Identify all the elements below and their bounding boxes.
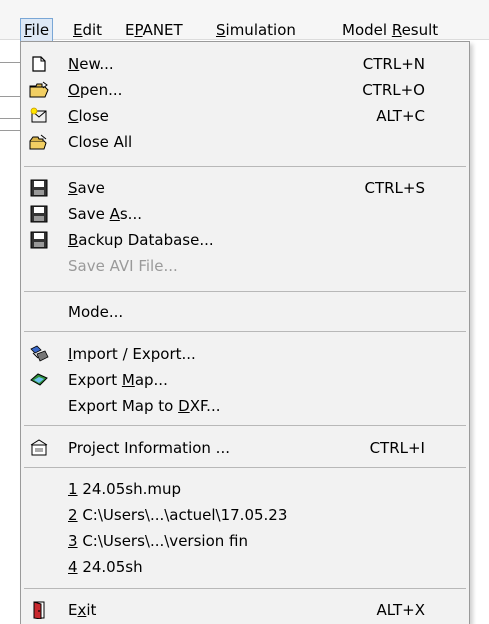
close-icon — [29, 107, 49, 125]
menu-item-save-as[interactable]: Save As... — [21, 201, 469, 227]
backup-database-icon — [29, 231, 49, 249]
shortcut-label: ALT+C — [376, 107, 425, 125]
recent-file-2[interactable]: 2 C:\Users\...\actuel\17.05.23 — [21, 502, 469, 528]
menu-bar: File Edit EPANET Simulation Model Result — [0, 0, 489, 42]
menu-item-save[interactable]: Save CTRL+S — [21, 175, 469, 201]
menu-separator — [24, 425, 466, 426]
menu-separator — [24, 166, 466, 167]
menu-model-results[interactable]: Model Result — [342, 19, 438, 41]
menu-separator — [24, 467, 466, 468]
menu-separator — [24, 291, 466, 292]
shortcut-label: CTRL+N — [362, 55, 425, 73]
shortcut-label: CTRL+I — [369, 439, 425, 457]
menu-edit[interactable]: Edit — [73, 19, 102, 41]
recent-file-3[interactable]: 3 C:\Users\...\version fin — [21, 528, 469, 554]
close-all-icon — [29, 133, 49, 151]
save-as-icon — [29, 205, 49, 223]
menu-separator — [24, 588, 466, 589]
new-file-icon — [29, 55, 49, 73]
menu-item-exit[interactable]: Exit ALT+X — [21, 597, 469, 623]
exit-door-icon — [29, 601, 49, 620]
save-icon — [29, 179, 49, 197]
menu-item-mode[interactable]: Mode... — [21, 299, 469, 325]
menu-item-save-avi-file: Save AVI File... — [68, 257, 178, 275]
menu-item-new[interactable]: New... CTRL+N — [21, 51, 469, 77]
menu-item-close-all[interactable]: Close All — [21, 129, 469, 155]
shortcut-label: ALT+X — [376, 601, 425, 619]
shortcut-label: CTRL+O — [362, 81, 425, 99]
recent-file-4[interactable]: 4 24.05sh — [21, 554, 469, 580]
menu-item-close[interactable]: Close ALT+C — [21, 103, 469, 129]
menu-separator — [24, 331, 466, 332]
menu-simulation[interactable]: Simulation — [216, 19, 296, 41]
menu-item-export-map[interactable]: Export Map... — [21, 367, 469, 393]
shortcut-label: CTRL+S — [364, 179, 425, 197]
menu-item-backup-database[interactable]: Backup Database... — [21, 227, 469, 253]
export-map-icon — [29, 371, 49, 389]
toolbar-edge — [0, 118, 20, 119]
toolbar-edge — [0, 96, 20, 97]
menu-item-open[interactable]: Open... CTRL+O — [21, 77, 469, 103]
menu-item-import-export[interactable]: Import / Export... — [21, 341, 469, 367]
menu-item-project-information[interactable]: Project Information ... CTRL+I — [21, 435, 469, 461]
project-information-icon — [29, 439, 49, 457]
file-menu-dropdown: New... CTRL+N Open... CTRL+O Close ALT+C… — [20, 41, 470, 624]
toolbar-edge — [0, 62, 20, 63]
menu-item-export-map-to-dxf[interactable]: Export Map to DXF... — [21, 393, 469, 419]
toolbar-edge — [0, 130, 20, 131]
recent-file-1[interactable]: 1 24.05sh.mup — [21, 476, 469, 502]
menu-file[interactable]: File — [19, 18, 54, 42]
open-folder-icon — [29, 81, 49, 99]
import-export-icon — [29, 345, 49, 363]
menu-epanet[interactable]: EPANET — [125, 19, 183, 41]
